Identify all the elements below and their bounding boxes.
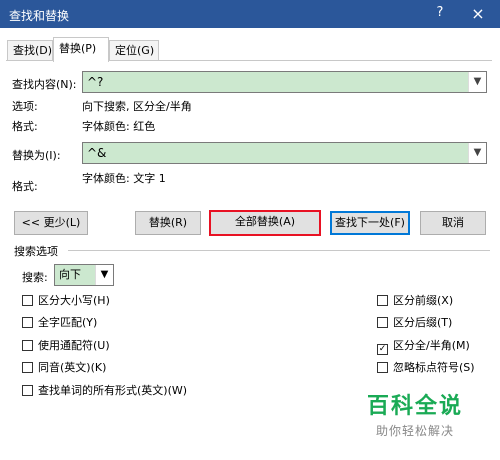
checkbox-label: 同音(英文)(K) [38,361,107,374]
checkbox-icon[interactable] [377,295,388,306]
options-value: 向下搜索, 区分全/半角 [82,100,192,113]
replace-input[interactable]: ^& ▼ [82,142,487,164]
title-bar: 查找和替换 ? × [0,0,500,28]
wildcards-checkbox[interactable]: 使用通配符(U) [22,339,110,355]
checkbox-label: 忽略标点符号(S) [393,361,475,374]
less-button[interactable]: << 更少(L) [14,211,88,235]
replace-format-label: 格式: [12,180,38,193]
checkbox-icon[interactable] [22,340,33,351]
checkbox-icon[interactable] [22,295,33,306]
replace-label: 替换为(I): [12,149,61,162]
watermark-logo: 百科全说 助你轻松解决 [340,388,490,439]
match-width-checkbox[interactable]: ✓ 区分全/半角(M) [377,339,470,355]
replace-all-button[interactable]: 全部替换(A) [209,210,321,236]
check-icon[interactable]: ✓ [377,344,388,355]
chevron-down-icon[interactable]: ▼ [95,265,113,285]
checkbox-label: 区分大小写(H) [38,294,110,307]
checkbox-label: 区分全/半角(M) [393,339,470,352]
tab-goto[interactable]: 定位(G) [109,40,159,61]
replace-input-value: ^& [87,146,107,160]
search-direction-label: 搜索: [22,271,48,284]
window-title: 查找和替换 [9,9,70,23]
checkbox-icon[interactable] [22,385,33,396]
match-prefix-checkbox[interactable]: 区分前缀(X) [377,294,453,310]
checkbox-icon[interactable] [377,317,388,328]
checkbox-label: 区分后缀(T) [393,316,453,329]
checkbox-label: 区分前缀(X) [393,294,454,307]
ignore-punctuation-checkbox[interactable]: 忽略标点符号(S) [377,361,475,377]
divider [68,250,490,251]
find-next-button[interactable]: 查找下一处(F) [330,211,410,235]
match-suffix-checkbox[interactable]: 区分后缀(T) [377,316,452,332]
close-icon[interactable]: × [468,4,488,23]
watermark-subtitle: 助你轻松解决 [375,424,454,438]
checkbox-label: 查找单词的所有形式(英文)(W) [38,384,188,397]
options-label: 选项: [12,100,38,113]
chevron-down-icon[interactable]: ▼ [468,72,486,92]
checkbox-icon[interactable] [22,317,33,328]
find-input[interactable]: ^? ▼ [82,71,487,93]
match-case-checkbox[interactable]: 区分大小写(H) [22,294,110,310]
find-input-value: ^? [87,75,104,89]
checkbox-label: 全字匹配(Y) [38,316,98,329]
watermark-title: 百科全说 [366,394,463,419]
whole-word-checkbox[interactable]: 全字匹配(Y) [22,316,97,332]
chevron-down-icon[interactable]: ▼ [468,143,486,163]
cancel-button[interactable]: 取消 [420,211,486,235]
replace-button[interactable]: 替换(R) [135,211,201,235]
help-icon[interactable]: ? [430,5,450,20]
find-label: 查找内容(N): [12,78,77,91]
find-format-label: 格式: [12,120,38,133]
checkbox-label: 使用通配符(U) [38,339,110,352]
tab-replace[interactable]: 替换(P) [53,37,109,62]
search-direction-select[interactable]: 向下 ▼ [54,264,114,286]
checkbox-icon[interactable] [377,362,388,373]
search-direction-value: 向下 [59,268,81,281]
checkbox-icon[interactable] [22,362,33,373]
sounds-like-checkbox[interactable]: 同音(英文)(K) [22,361,106,377]
search-options-title: 搜索选项 [14,245,58,258]
replace-format-value: 字体颜色: 文字 1 [82,172,166,185]
tab-find[interactable]: 查找(D) [7,40,53,61]
find-format-value: 字体颜色: 红色 [82,120,156,133]
all-word-forms-checkbox[interactable]: 查找单词的所有形式(英文)(W) [22,384,187,400]
